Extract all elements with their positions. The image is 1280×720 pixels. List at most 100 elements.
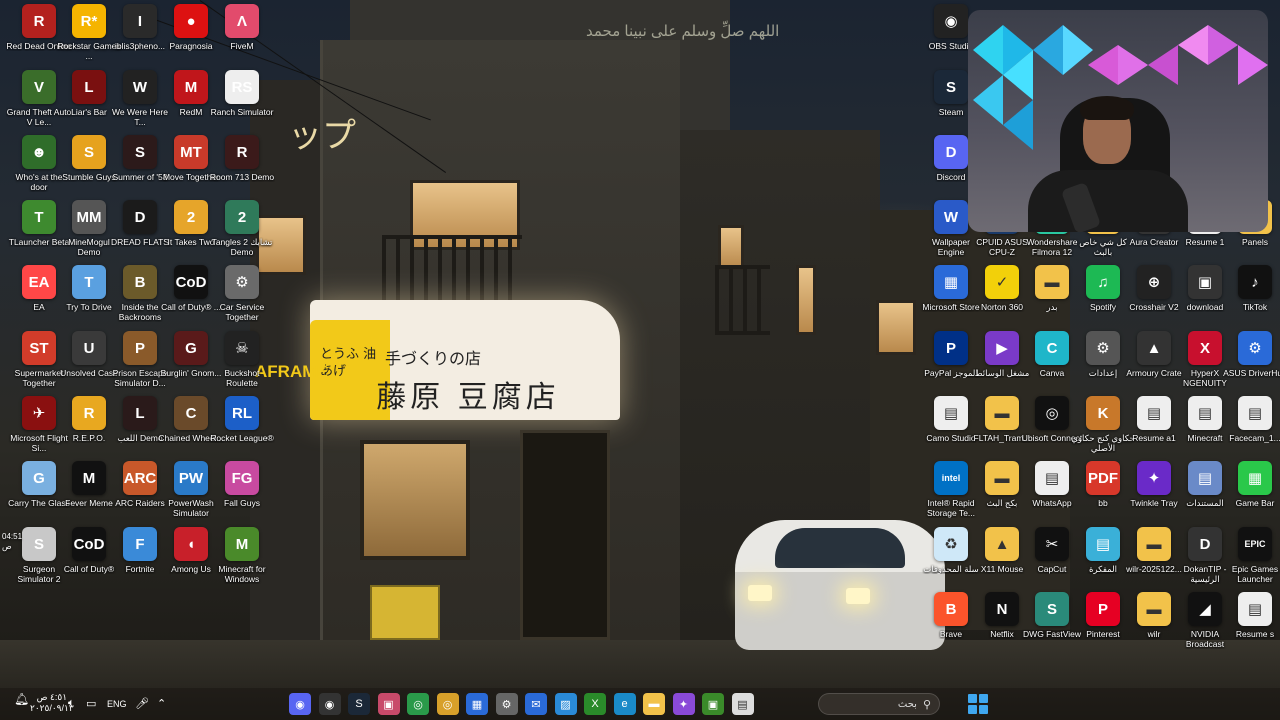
desktop-icon[interactable]: B Brave <box>923 592 979 656</box>
desktop-icon[interactable]: M Fever Meme <box>61 461 117 525</box>
desktop-icon[interactable]: ✓ Norton 360 <box>974 265 1030 329</box>
desktop-icon[interactable]: P Pinterest <box>1075 592 1131 656</box>
desktop-icon[interactable]: P Prison Escape Simulator D... <box>112 331 168 395</box>
desktop-icon[interactable]: F Fortnite <box>112 527 168 591</box>
desktop-icon[interactable]: MM MineMogul Demo <box>61 200 117 264</box>
desktop-icon[interactable]: R* Rockstar Games ... <box>57 4 121 68</box>
obs-tb-icon[interactable]: ◉ <box>318 693 341 715</box>
network-icon[interactable]: ▭ <box>86 697 96 710</box>
desktop-icon[interactable]: ♫ Spotify <box>1075 265 1131 329</box>
desktop-icon[interactable]: ▬ بكج البث <box>974 461 1030 525</box>
desktop-icon[interactable]: B Inside the Backrooms <box>112 265 168 329</box>
desktop-icon-label: ASUS DriverHub <box>1223 368 1280 378</box>
desktop-icon[interactable]: M RedM <box>163 70 219 134</box>
desktop-icon[interactable]: PW PowerWash Simulator <box>163 461 219 525</box>
chrome-tb-icon[interactable]: ◎ <box>407 693 429 715</box>
desktop-icon[interactable]: RL Rocket League® <box>210 396 274 460</box>
we-were-here-icon: W <box>123 70 157 104</box>
desktop-icon[interactable]: ✈ Microsoft Flight Si... <box>10 396 68 460</box>
desktop-icon[interactable]: ▤ Camo Studio <box>923 396 979 460</box>
desktop-icon[interactable]: ⊕ Crosshair V2 <box>1126 265 1182 329</box>
epic-icon: EPIC <box>1238 527 1272 561</box>
desktop-icon[interactable]: ▤ Resume a1 <box>1126 396 1182 460</box>
nvidia-tb-icon[interactable]: ▣ <box>702 693 724 715</box>
desktop-icon[interactable]: ♪ TikTok <box>1227 265 1280 329</box>
desktop-icon[interactable]: 2 Tangles 2 تشابك Demo <box>212 200 272 264</box>
desktop-icon[interactable]: ◢ NVIDIA Broadcast <box>1177 592 1233 656</box>
desktop-icon[interactable]: ▤ المستندات <box>1177 461 1233 525</box>
desktop-icon[interactable]: EA EA <box>11 265 67 329</box>
desktop-icon[interactable]: R Room 713 Demo <box>210 135 274 199</box>
desktop-icon[interactable]: CoD Call of Duty® <box>61 527 117 591</box>
notepad-tb-icon[interactable]: ▤ <box>731 693 754 715</box>
desktop-icon[interactable]: Λ FiveM <box>214 4 270 68</box>
desktop-icon[interactable]: RS Ranch Simulator <box>211 70 273 134</box>
taskbar-search[interactable]: بحث ⚲ <box>818 693 940 715</box>
speaker-icon[interactable]: 🔈︎ <box>68 697 75 710</box>
desktop-icon[interactable]: K حكاوي كنج حكاوي الأصلي <box>1071 396 1135 460</box>
terminal-tb-icon[interactable]: ▣ <box>377 693 400 715</box>
desktop-icon[interactable]: N Netflix <box>974 592 1030 656</box>
desktop-icon[interactable]: intel Intel® Rapid Storage Te... <box>923 461 979 525</box>
chevron-up-icon[interactable]: ⌃ <box>157 697 166 710</box>
desktop-icon[interactable]: X HyperX NGENUITY <box>1177 331 1233 395</box>
store-tb-icon[interactable]: ▦ <box>466 693 488 715</box>
mic-icon[interactable]: 🎤︎ <box>135 697 149 710</box>
xbox-tb-icon[interactable]: X <box>584 693 606 715</box>
desktop-icon[interactable]: ⚙ إعدادات <box>1075 331 1131 395</box>
copilot-tb-icon[interactable]: ✦ <box>672 693 695 715</box>
desktop-icon[interactable]: M Minecraft for Windows <box>214 527 270 591</box>
desktop-icon[interactable]: EPIC Epic Games Launcher <box>1227 527 1280 591</box>
desktop-icon[interactable]: ✂ CapCut <box>1024 527 1080 591</box>
car-windshield <box>775 528 905 568</box>
desktop-icon[interactable]: ST Supermarket Together <box>11 331 67 395</box>
desktop-icon[interactable]: V Grand Theft Auto V Le... <box>7 70 71 134</box>
settings-tb-icon[interactable]: ⚙ <box>495 693 518 715</box>
desktop-icon[interactable]: FG Fall Guys <box>214 461 270 525</box>
desktop-icon[interactable]: MT Move Together <box>163 135 219 199</box>
desktop-icon[interactable]: ▬ FLTAH_Tram... <box>974 396 1031 460</box>
desktop-icon[interactable]: C Chained Wheel... <box>158 396 224 460</box>
desktop-icon[interactable]: ▣ download <box>1177 265 1233 329</box>
desktop-icon[interactable]: ▤ Minecraft <box>1177 396 1233 460</box>
desktop-icon[interactable]: ▲ X11 Mouse <box>974 527 1030 591</box>
balcony-railing <box>715 265 770 335</box>
desktop-icon[interactable]: D DREAD FLATS <box>111 200 169 264</box>
desktop-icon[interactable]: ▶ مشغل الوسائط <box>974 331 1030 395</box>
desktop-icon[interactable]: W We Were Here T... <box>112 70 168 134</box>
explorer-tb-icon[interactable]: ▬ <box>643 693 665 715</box>
desktop-icon[interactable]: C Canva <box>1024 331 1080 395</box>
notification-icon[interactable]: 🔔︎ <box>14 692 29 706</box>
desktop-icon[interactable]: Iiblis3pheno... <box>112 4 168 68</box>
desktop-icon[interactable]: ⚙ ASUS DriverHub <box>1223 331 1280 395</box>
desktop-icon[interactable]: ⚙ Car Service Together <box>214 265 270 329</box>
start-button[interactable] <box>968 694 988 714</box>
desktop-icon[interactable]: S DWG FastView <box>1023 592 1081 656</box>
discord-tb-icon[interactable]: ◉ <box>289 693 311 715</box>
desktop-icon[interactable]: S Summer of '58 <box>112 135 168 199</box>
desktop-icon[interactable]: ☠ Buckshot Roulette <box>214 331 270 395</box>
desktop-icon[interactable]: ♻ سلة المحذوفات <box>923 527 979 591</box>
desktop-icon[interactable]: ☻ Who's at the door <box>11 135 67 199</box>
chrome-profile-tb-icon[interactable]: ◎ <box>436 693 459 715</box>
mail-tb-icon[interactable]: ✉ <box>525 693 547 715</box>
desktop-icon[interactable]: PDF bb <box>1075 461 1131 525</box>
steam-tb-icon[interactable]: S <box>348 693 370 715</box>
desktop-icon[interactable]: S Stumble Guys <box>61 135 117 199</box>
photos-tb-icon[interactable]: ▨ <box>554 693 577 715</box>
desktop-icon[interactable]: ▤ Resume s <box>1227 592 1280 656</box>
desktop-icon[interactable]: ▤ المفكرة <box>1075 527 1131 591</box>
desktop-icon[interactable]: ▤ Facecam_1... <box>1227 396 1280 460</box>
desktop-icon[interactable]: L اللعب Demo <box>112 396 168 460</box>
desktop-icon[interactable]: ▬ بدر <box>1024 265 1080 329</box>
language-indicator[interactable]: ENG <box>107 699 127 709</box>
desktop-icon[interactable]: ✦ Twinkle Tray <box>1126 461 1182 525</box>
desktop-icon[interactable]: P PayPal الموجز <box>923 331 979 395</box>
desktop-icon[interactable]: ▦ Microsoft Store <box>922 265 980 329</box>
desktop-icon[interactable]: ▤ WhatsApp <box>1024 461 1080 525</box>
desktop-icon[interactable]: ● Paragnosia <box>163 4 219 68</box>
desktop-icon[interactable]: ▦ Game Bar <box>1227 461 1280 525</box>
edge-tb-icon[interactable]: e <box>613 693 636 715</box>
desktop-icon[interactable]: R R.E.P.O. <box>61 396 117 460</box>
desktop-icon[interactable]: G Carry The Glass <box>8 461 70 525</box>
